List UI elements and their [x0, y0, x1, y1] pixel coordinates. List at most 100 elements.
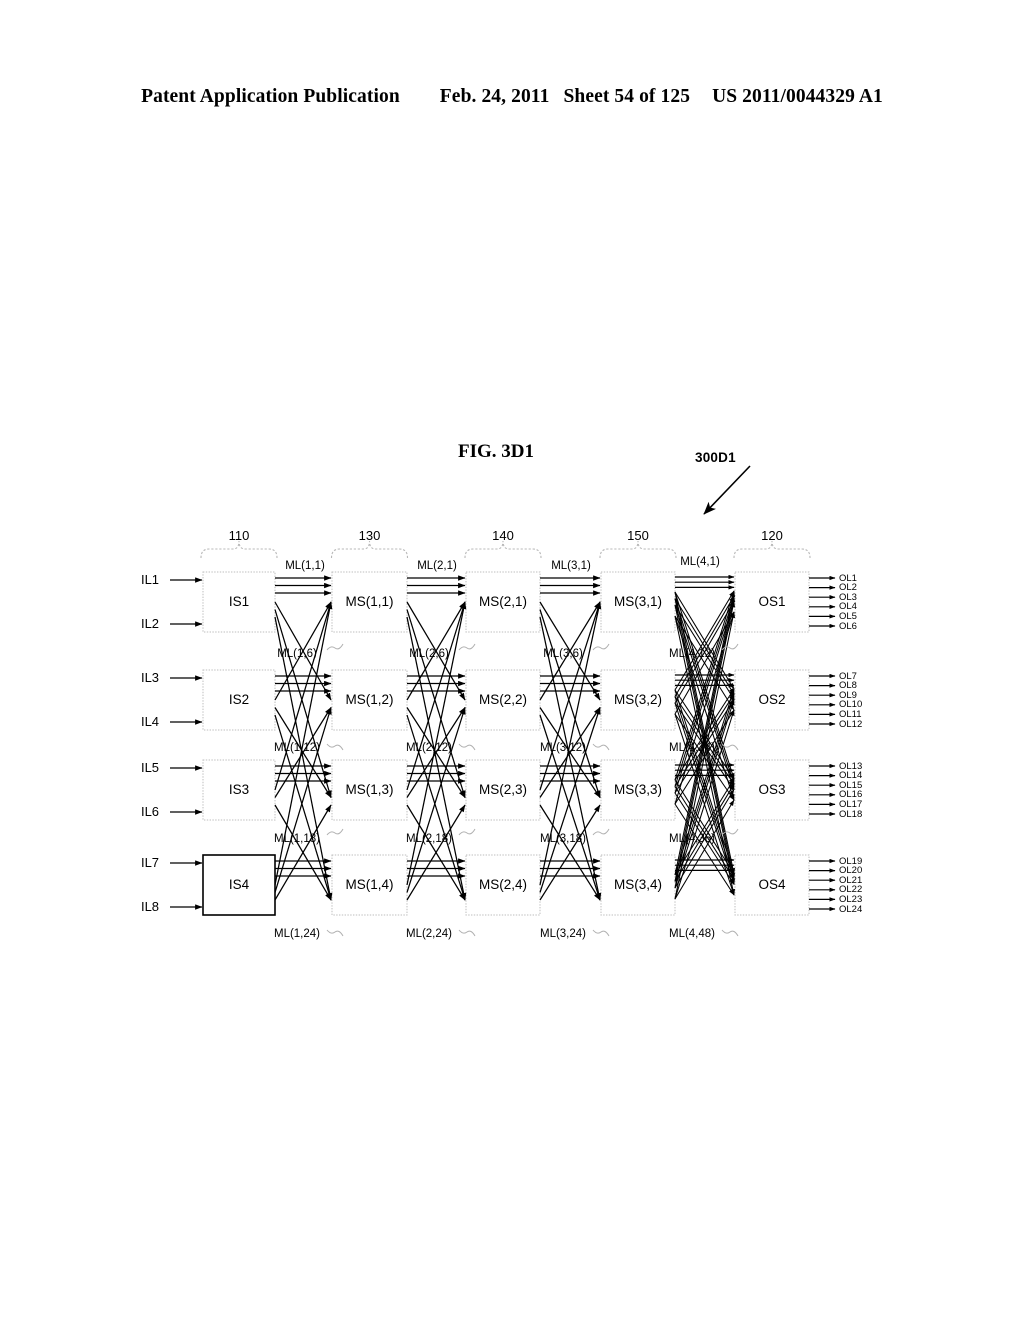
link-label-stage4-2: ML(4,12) — [668, 648, 716, 660]
link-label-stage1-2: ML(1,6) — [277, 648, 317, 660]
output-link-label-12: OL12 — [839, 718, 863, 730]
output-switch-label-2: OS2 — [758, 692, 786, 707]
output-link-label-17: OL17 — [839, 798, 863, 810]
stage-ref-110: 110 — [228, 528, 250, 543]
output-link-label-11: OL11 — [839, 708, 862, 720]
link-label-stage4-4: ML(4,36) — [668, 833, 716, 845]
link-label-stage3-3: ML(3,12) — [539, 742, 587, 754]
middle-switch-3-box-4 — [600, 854, 676, 916]
output-link-label-15: OL15 — [839, 779, 863, 791]
output-link-label-21: OL21 — [839, 874, 863, 886]
figure-title: FIG. 3D1 — [458, 441, 534, 462]
stage-brace-120 — [733, 540, 811, 559]
output-link-label-24: OL24 — [839, 903, 863, 915]
output-switch-label-1: OS1 — [758, 594, 786, 609]
link-label-stage3-1: ML(3,1) — [551, 560, 591, 572]
publication-date: Feb. 24, 2011 — [439, 86, 550, 107]
publication-title: Patent Application Publication — [141, 86, 400, 107]
output-link-label-9: OL9 — [839, 689, 857, 701]
output-link-label-13: OL13 — [839, 760, 863, 772]
input-link-label-7: IL7 — [140, 855, 160, 870]
link-label-stage1-1: ML(1,1) — [285, 560, 325, 572]
output-link-label-22: OL22 — [839, 884, 863, 896]
middle-switch-3-label-1: MS(3,1) — [613, 594, 663, 609]
middle-switch-2-box-1 — [465, 571, 541, 633]
link-leader-stage1-2 — [326, 643, 344, 651]
middle-switch-3-box-3 — [600, 759, 676, 821]
input-link-label-2: IL2 — [140, 616, 160, 631]
output-switch-box-4 — [734, 854, 810, 916]
link-leader-stage3-3 — [592, 743, 610, 751]
output-link-label-16: OL16 — [839, 789, 863, 801]
middle-switch-2-box-4 — [465, 854, 541, 916]
link-label-stage2-3: ML(2,12) — [405, 742, 453, 754]
output-link-label-8: OL8 — [839, 680, 857, 692]
middle-switch-1-label-4: MS(1,4) — [345, 877, 394, 892]
input-link-label-5: IL5 — [140, 760, 160, 775]
link-leader-stage2-3 — [458, 743, 476, 751]
input-switch-box-4 — [202, 854, 276, 916]
stage-brace-110 — [200, 540, 278, 559]
input-link-label-3: IL3 — [140, 670, 160, 685]
output-switch-label-4: OS4 — [758, 877, 786, 892]
link-leader-stage3-4 — [592, 828, 610, 836]
link-label-stage1-4: ML(1,18) — [273, 833, 321, 845]
middle-switch-2-box-3 — [465, 759, 541, 821]
output-link-label-5: OL5 — [839, 610, 857, 622]
stage-ref-120: 120 — [761, 528, 783, 543]
callout-arrow-icon — [703, 465, 751, 515]
link-label-stage4-5: ML(4,48) — [668, 928, 716, 940]
stage-ref-130: 130 — [358, 528, 381, 543]
input-switch-box-3 — [202, 759, 276, 821]
link-label-stage2-4: ML(2,18) — [405, 833, 453, 845]
output-link-label-18: OL18 — [839, 808, 863, 820]
output-switch-box-2 — [734, 669, 810, 731]
output-link-label-7: OL7 — [839, 670, 857, 682]
stage-ref-150: 150 — [627, 528, 649, 543]
middle-switch-1-box-1 — [331, 571, 408, 633]
link-label-stage1-3: ML(1,12) — [273, 742, 321, 754]
middle-switch-2-box-2 — [465, 669, 541, 731]
input-link-label-4: IL4 — [140, 714, 160, 729]
input-link-label-6: IL6 — [140, 804, 160, 819]
link-leader-stage1-5 — [326, 929, 344, 937]
stage-brace-130 — [330, 540, 409, 559]
middle-switch-1-box-4 — [331, 854, 408, 916]
link-leader-stage4-2 — [721, 643, 739, 651]
link-label-stage2-2: ML(2,6) — [409, 648, 449, 660]
output-switch-box-3 — [734, 759, 810, 821]
input-switch-label-4: IS4 — [228, 877, 250, 892]
patent-number: US 2011/0044329 A1 — [712, 86, 883, 107]
link-label-stage3-2: ML(3,6) — [543, 648, 583, 660]
clos-network-diagram: 110 130 140 150 120 IS1 IS2 IS3 IS4 MS(1,1) MS(1,2… — [0, 0, 1024, 1320]
link-leader-stage3-5 — [592, 929, 610, 937]
link-leader-stage4-4 — [721, 828, 739, 836]
input-link-label-1: IL1 — [140, 572, 160, 587]
link-leader-stage2-2 — [458, 643, 476, 651]
input-switch-label-2: IS2 — [228, 692, 250, 707]
link-label-stage3-5: ML(3,24) — [539, 928, 587, 940]
middle-switch-3-label-3: MS(3,3) — [613, 782, 663, 797]
output-link-label-23: OL23 — [839, 893, 863, 905]
output-link-label-10: OL10 — [839, 699, 863, 711]
middle-switch-2-label-1: MS(2,1) — [478, 594, 528, 609]
output-link-label-19: OL19 — [839, 855, 863, 867]
output-link-label-1: OL1 — [839, 572, 857, 584]
stage-ref-140: 140 — [492, 528, 514, 543]
middle-switch-3-label-2: MS(3,2) — [613, 692, 663, 707]
middle-switch-3-box-1 — [600, 571, 676, 633]
middle-switch-2-label-4: MS(2,4) — [478, 877, 528, 892]
middle-switch-1-label-3: MS(1,3) — [345, 782, 394, 797]
stage-brace-140 — [464, 540, 542, 559]
middle-switch-1-box-2 — [331, 669, 408, 731]
middle-switch-1-label-2: MS(1,2) — [345, 692, 394, 707]
middle-switch-1-box-3 — [331, 759, 408, 821]
input-switch-box-2 — [202, 669, 276, 731]
output-link-label-4: OL4 — [839, 601, 857, 613]
link-label-stage2-5: ML(2,24) — [405, 928, 453, 940]
input-link-label-8: IL8 — [140, 899, 160, 914]
link-label-stage3-4: ML(3,18) — [539, 833, 587, 845]
link-label-stage2-1: ML(2,1) — [417, 560, 457, 572]
output-link-label-2: OL2 — [839, 582, 857, 594]
middle-switch-2-label-2: MS(2,2) — [478, 692, 528, 707]
